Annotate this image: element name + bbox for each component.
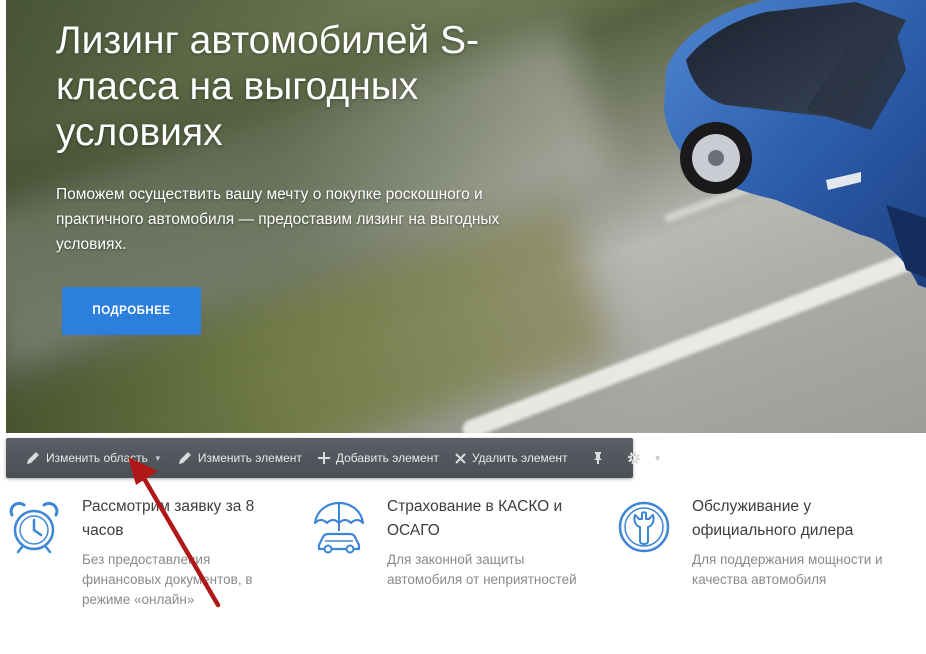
- edit-area-label: Изменить область: [46, 451, 148, 465]
- pin-button[interactable]: [584, 438, 618, 478]
- editor-toolbar: Изменить область ▼ Изменить элемент Доба…: [6, 438, 661, 478]
- delete-element-button[interactable]: Удалить элемент: [447, 438, 576, 478]
- delete-element-label: Удалить элемент: [471, 451, 568, 465]
- hero-title: Лизинг автомобилей S-класса на выгодных …: [56, 19, 480, 154]
- chevron-down-icon[interactable]: ▼: [654, 454, 662, 463]
- feature-title: Рассмотрим заявку за 8 часов: [82, 498, 255, 539]
- feature-title: Обслуживание у официального дилера: [692, 498, 854, 539]
- gear-icon: [627, 451, 640, 465]
- feature-text: Для законной защиты автомобиля от неприя…: [387, 552, 577, 587]
- feature-text: Для поддержания мощности и качества авто…: [692, 552, 883, 587]
- feature-title: Страхование в КАСКО и ОСАГО: [387, 498, 563, 539]
- pencil-icon: [178, 452, 191, 464]
- details-button[interactable]: ПОДРОБНЕЕ: [62, 287, 201, 335]
- chevron-down-icon[interactable]: ▼: [154, 454, 162, 463]
- pin-icon: [593, 452, 602, 464]
- pencil-icon: [27, 452, 39, 464]
- wrench-service-icon: [618, 501, 670, 553]
- add-element-button[interactable]: Добавить элемент: [310, 438, 447, 478]
- settings-button[interactable]: ▼: [618, 438, 670, 478]
- alarm-clock-icon: [9, 501, 59, 554]
- edit-element-button[interactable]: Изменить элемент: [170, 438, 310, 478]
- feature-text: Без предоставления финансовых документов…: [82, 552, 253, 607]
- edit-area-button[interactable]: Изменить область ▼: [18, 438, 170, 478]
- hero-banner: Лизинг автомобилей S-класса на выгодных …: [6, 0, 926, 433]
- add-element-label: Добавить элемент: [335, 451, 439, 465]
- edit-element-label: Изменить элемент: [197, 451, 302, 465]
- hero-description: Поможем осуществить вашу мечту о покупке…: [56, 186, 500, 253]
- close-icon: [455, 452, 466, 464]
- umbrella-car-icon: [313, 501, 365, 554]
- car-image: [664, 0, 926, 288]
- plus-icon: [317, 452, 330, 464]
